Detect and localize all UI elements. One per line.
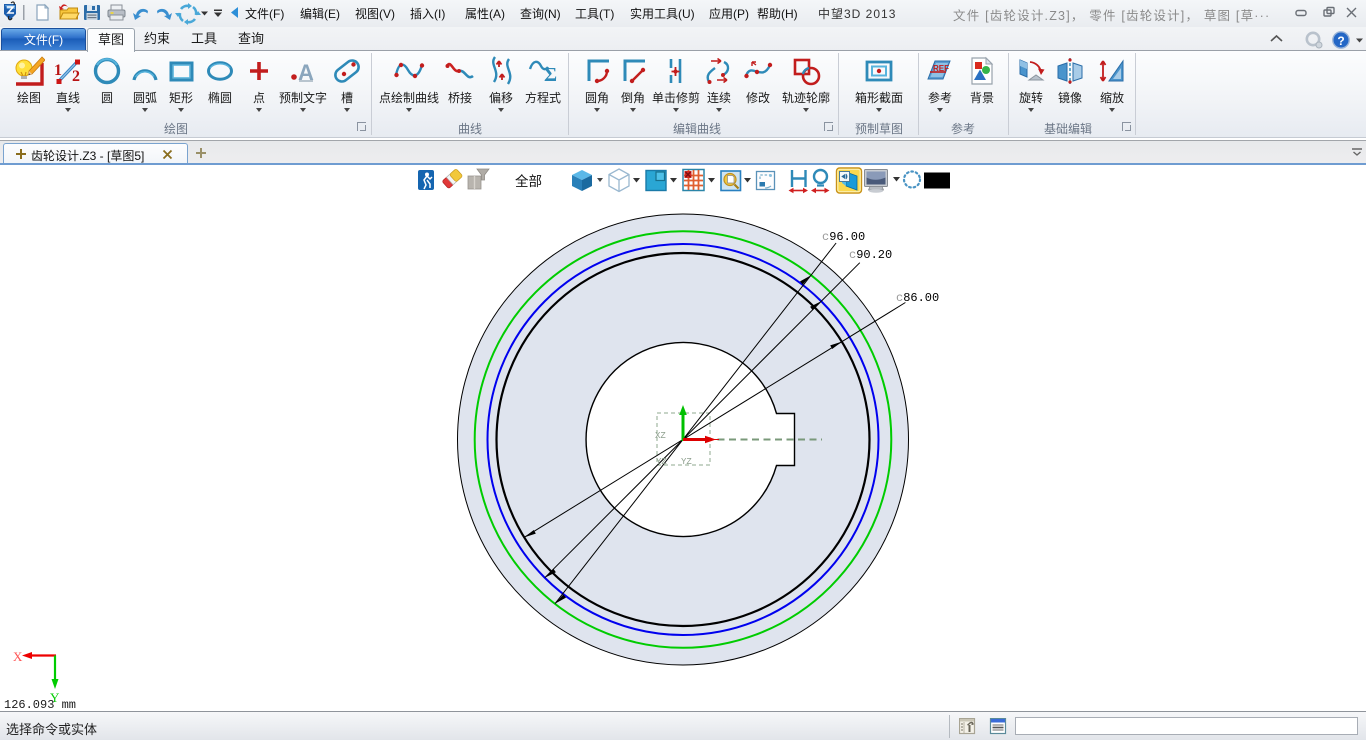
svg-text:126.093 mm: 126.093 mm [4,698,76,711]
svg-text:2: 2 [72,68,80,85]
svg-text:Σ: Σ [544,64,557,86]
svg-text:XZ: XZ [655,431,666,441]
svg-text:c90.20: c90.20 [849,248,892,262]
svg-text:YZ: YZ [656,457,667,467]
svg-text:c86.00: c86.00 [896,291,939,305]
svg-text:YZ: YZ [681,457,692,467]
svg-text:c96.00: c96.00 [822,230,865,244]
svg-text:X: X [13,649,23,664]
svg-text:1: 1 [54,62,62,79]
svg-text:?: ? [1337,34,1344,48]
